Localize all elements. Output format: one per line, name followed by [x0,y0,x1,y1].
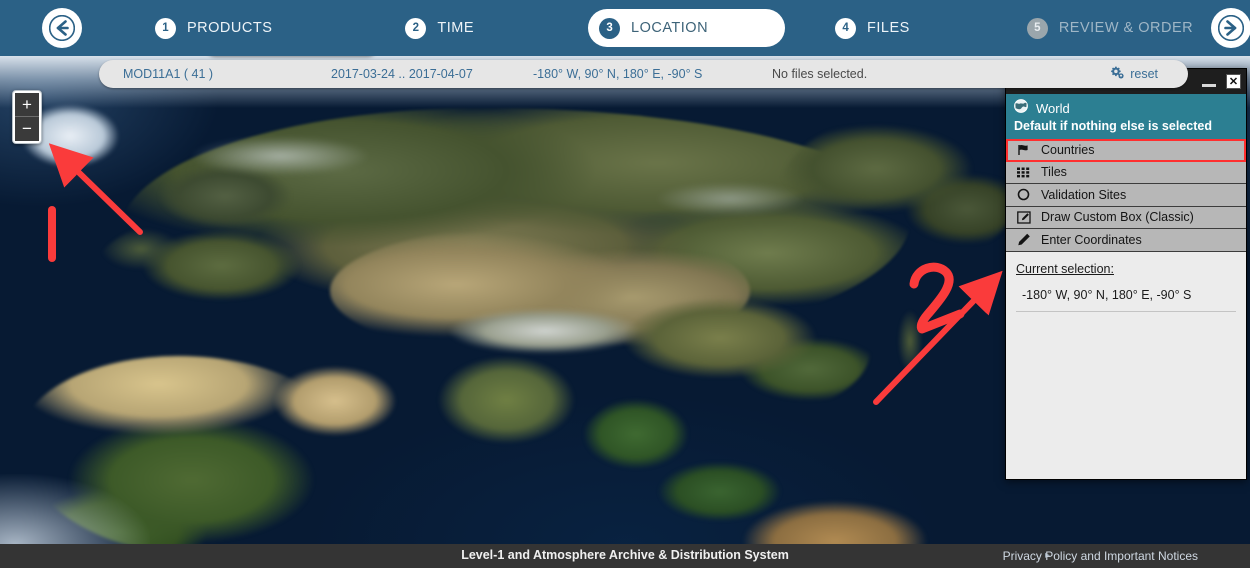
aoi-option-validation-sites[interactable]: Validation Sites [1006,184,1246,207]
select-area-of-interest-panel: Select Area of Interest ✕ World Default … [1005,68,1247,480]
previous-step-button[interactable] [42,8,82,48]
aoi-option-enter-coordinates[interactable]: Enter Coordinates [1006,229,1246,252]
zoom-in-button[interactable]: + [15,93,39,117]
reset-label: reset [1130,67,1158,81]
landmass-japan [875,296,945,386]
aoi-option-label: Draw Custom Box (Classic) [1041,210,1194,225]
aoi-option-tiles[interactable]: Tiles [1006,161,1246,184]
footer-privacy-link[interactable]: Privacy Policy and Important Notices [1003,549,1198,563]
laads-order-page: + − 1 PRODUCTS 2 TIME 3 LOCATION 4 FILES… [0,0,1250,568]
page-footer: Level-1 and Atmosphere Archive & Distrib… [0,544,1250,568]
zoom-out-button[interactable]: − [15,117,39,141]
wizard-step-review-order[interactable]: 5 REVIEW & ORDER [1016,9,1211,47]
aoi-world-sublabel: Default if nothing else is selected [1014,119,1212,133]
draw-box-icon [1016,211,1031,224]
selection-summary-bar: MOD11A1 ( 41 ) 2017-03-24 .. 2017-04-07 … [99,60,1188,88]
wizard-step-time[interactable]: 2 TIME [394,9,492,47]
aoi-option-world[interactable]: World Default if nothing else is selecte… [1006,94,1246,139]
landmass-europe [95,216,325,326]
close-icon[interactable]: ✕ [1226,74,1241,89]
minimize-icon[interactable] [1202,83,1216,87]
wizard-step-files[interactable]: 4 FILES [824,9,928,47]
gears-icon [1110,66,1125,82]
aoi-option-label: Validation Sites [1041,187,1127,202]
step-label: LOCATION [631,20,709,36]
arrow-right-circle-icon [1218,15,1245,41]
step-label: TIME [437,20,475,36]
polar-ice-southwest [0,474,150,544]
step-label: FILES [867,20,910,36]
aoi-options-list: Countries Tiles Validation Sites Draw Cu… [1006,139,1246,252]
aoi-option-draw-custom-box[interactable]: Draw Custom Box (Classic) [1006,206,1246,229]
aoi-option-countries[interactable]: Countries [1006,139,1246,162]
step-label: REVIEW & ORDER [1058,20,1194,36]
cloud-layer-north [150,126,410,186]
step-number: 1 [155,17,176,39]
circle-icon [1016,188,1031,201]
wizard-step-products[interactable]: 1 PRODUCTS [144,9,290,47]
next-step-button[interactable] [1211,8,1250,48]
summary-coordinates[interactable]: -180° W, 90° N, 180° E, -90° S [533,60,702,88]
wizard-steps: 1 PRODUCTS 2 TIME 3 LOCATION 4 FILES 5 R… [82,0,1211,56]
grid-icon [1016,167,1031,178]
step-number: 3 [599,17,621,39]
flag-icon [1016,144,1031,156]
aoi-option-label: Countries [1041,142,1095,157]
summary-product[interactable]: MOD11A1 ( 41 ) [123,60,213,88]
globe-icon [1014,99,1028,118]
summary-files[interactable]: No files selected. [772,60,867,88]
step-number: 2 [405,17,427,39]
arrow-left-circle-icon [49,15,75,41]
current-selection-label: Current selection: [1016,261,1114,276]
summary-time-range[interactable]: 2017-03-24 .. 2017-04-07 [331,60,473,88]
pencil-icon [1016,233,1031,246]
step-number: 5 [1026,17,1048,39]
aoi-option-label: Enter Coordinates [1041,232,1142,247]
map-zoom-control[interactable]: + − [12,90,42,144]
step-label: PRODUCTS [187,20,273,36]
wizard-step-location[interactable]: 3 LOCATION [588,9,786,47]
step-number: 4 [835,17,857,39]
cloud-layer-east [620,174,840,224]
reset-button[interactable]: reset [1110,60,1158,88]
current-selection-value: -180° W, 90° N, 180° E, -90° S [1016,286,1236,312]
wizard-header: 1 PRODUCTS 2 TIME 3 LOCATION 4 FILES 5 R… [0,0,1250,56]
aoi-world-label: World [1036,101,1070,116]
aoi-option-label: Tiles [1041,165,1067,180]
current-selection-section: Current selection: -180° W, 90° N, 180° … [1006,251,1246,479]
